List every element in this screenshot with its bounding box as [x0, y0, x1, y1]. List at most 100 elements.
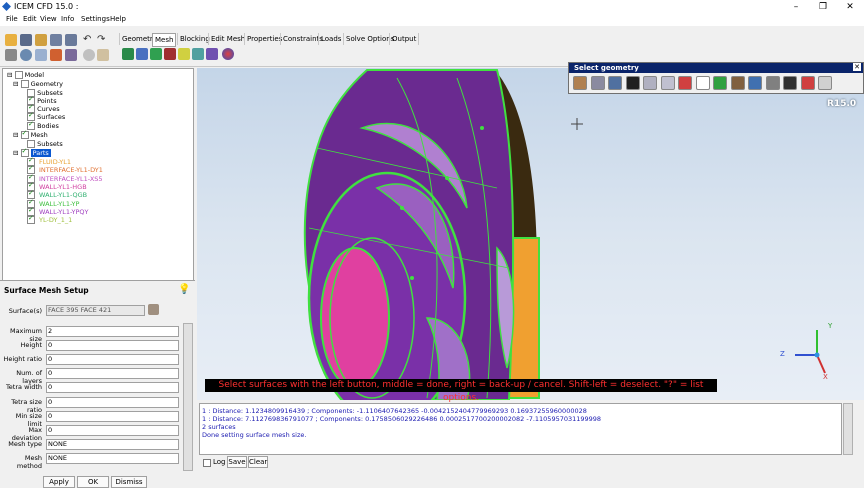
refresh-icon[interactable]: [83, 49, 95, 61]
panel-scrollbar[interactable]: [183, 323, 193, 471]
maximize-icon[interactable]: ❐: [813, 1, 833, 13]
connectors-icon[interactable]: [192, 48, 204, 60]
tab-blocking[interactable]: Blocking: [177, 33, 212, 45]
menu-edit[interactable]: Edit: [23, 15, 37, 23]
checkbox[interactable]: [20, 129, 29, 139]
select-tool-icon[interactable]: [748, 76, 762, 90]
field-input[interactable]: 0: [46, 340, 179, 352]
tree-item-part[interactable]: INTERFACE-YL1-DY1: [27, 164, 103, 175]
create-mesh-density-icon[interactable]: [178, 48, 190, 60]
field-input[interactable]: 0: [46, 368, 179, 380]
tree-item-part[interactable]: YL-DY_1_1: [27, 214, 72, 225]
open-project-icon[interactable]: [5, 34, 17, 46]
surfaces-label: Surface(s): [8, 307, 42, 315]
select-tool-icon[interactable]: [660, 76, 675, 90]
field-label: Mesh type: [8, 439, 42, 448]
tree-item-part[interactable]: INTERFACE-YL1-XS5: [27, 173, 103, 183]
open-geometry-icon[interactable]: [35, 34, 47, 46]
box-zoom-icon[interactable]: [35, 49, 47, 61]
tab-output[interactable]: Output: [389, 33, 420, 45]
field-input[interactable]: 0: [46, 382, 179, 394]
select-tool-icon[interactable]: [783, 76, 797, 90]
apply-button[interactable]: Apply: [43, 476, 75, 488]
console-scrollbar[interactable]: [843, 403, 853, 455]
field-input[interactable]: 0: [46, 354, 179, 366]
fit-window-icon[interactable]: [5, 49, 17, 61]
clear-icon[interactable]: [97, 49, 109, 61]
tree-item-mesh-subsets[interactable]: Subsets: [27, 140, 63, 148]
select-tool-icon[interactable]: [713, 76, 727, 90]
menu-info[interactable]: Info: [61, 15, 74, 23]
measure-icon[interactable]: [50, 49, 62, 61]
tab-mesh[interactable]: Mesh: [152, 33, 177, 47]
save-geometry-icon[interactable]: [65, 34, 77, 46]
tab-properties[interactable]: Properties: [244, 33, 284, 45]
select-tool-icon[interactable]: [730, 76, 745, 90]
dismiss-button[interactable]: Dismiss: [111, 476, 147, 488]
part-mesh-setup-icon[interactable]: [136, 48, 148, 60]
select-tool-icon[interactable]: [800, 76, 815, 90]
impeller-model[interactable]: [197, 68, 864, 400]
select-tool-icon[interactable]: [818, 76, 832, 90]
display-mode-icon[interactable]: [65, 49, 77, 61]
axis-triad: [795, 330, 826, 374]
menu-view[interactable]: View: [40, 15, 57, 23]
undo-icon[interactable]: ↶: [83, 34, 95, 46]
select-tool-icon[interactable]: [590, 76, 605, 90]
checkbox[interactable]: [27, 214, 35, 225]
select-surfaces-icon[interactable]: [148, 304, 159, 315]
open-mesh-icon[interactable]: [50, 34, 62, 46]
tab-edit-mesh[interactable]: Edit Mesh: [208, 33, 247, 45]
tree-item-part[interactable]: WALL-YL1-HGB: [27, 181, 87, 191]
select-tool-icon[interactable]: [625, 76, 640, 90]
surface-mesh-setup-icon[interactable]: [150, 48, 162, 60]
ok-button[interactable]: OK: [77, 476, 109, 488]
menu-file[interactable]: File: [6, 15, 18, 23]
global-mesh-setup-icon[interactable]: [122, 48, 134, 60]
select-tool-icon[interactable]: [695, 76, 710, 90]
field-input[interactable]: NONE: [46, 438, 179, 450]
tree-item-model[interactable]: ⊟ Model: [7, 71, 44, 79]
save-project-icon[interactable]: [20, 34, 32, 46]
console-line: Done setting surface mesh size.: [202, 431, 307, 439]
checkbox[interactable]: [27, 120, 35, 130]
close-icon[interactable]: ✕: [853, 63, 861, 71]
help-icon[interactable]: 💡: [178, 284, 190, 295]
field-input[interactable]: 0: [46, 424, 179, 436]
field-input[interactable]: 0: [46, 410, 179, 422]
redo-icon[interactable]: ↷: [97, 34, 109, 46]
menu-settings[interactable]: Settings: [81, 15, 110, 23]
panel-title: Surface Mesh Setup: [4, 286, 89, 295]
graphics-viewport[interactable]: R15.0 Y Z X: [197, 68, 864, 400]
save-button[interactable]: Save: [227, 456, 247, 468]
tree-item-part[interactable]: WALL-YL1-QGB: [27, 189, 87, 200]
tree-item-mesh[interactable]: ⊟ Mesh: [13, 129, 48, 139]
tree-item-part[interactable]: WALL-YL1-YP: [27, 198, 79, 208]
console-line: 2 surfaces: [202, 423, 236, 431]
log-checkbox[interactable]: [203, 459, 211, 467]
tab-loads[interactable]: Loads: [318, 33, 343, 45]
tree-item-bodies[interactable]: Bodies: [27, 120, 59, 130]
select-tool-icon[interactable]: [765, 76, 780, 90]
select-tool-icon[interactable]: [643, 76, 657, 90]
select-tool-icon[interactable]: [678, 76, 692, 90]
select-tool-icon[interactable]: [573, 76, 587, 90]
field-input[interactable]: 0: [46, 396, 179, 408]
menu-help[interactable]: Help: [110, 15, 126, 23]
checkbox[interactable]: [14, 71, 23, 79]
select-tool-icon[interactable]: [608, 76, 622, 90]
tree-item-geometry[interactable]: ⊟ Geometry: [13, 80, 63, 88]
field-input[interactable]: NONE: [46, 452, 179, 464]
minimize-icon[interactable]: –: [786, 1, 806, 13]
field-input[interactable]: 2: [46, 326, 179, 337]
zoom-icon[interactable]: [20, 49, 32, 61]
checkbox[interactable]: [20, 80, 29, 88]
clear-button[interactable]: Clear: [248, 456, 268, 468]
tree-item-part[interactable]: WALL-YL1-YPQY: [27, 206, 89, 216]
surfaces-field[interactable]: FACE 395 FACE 421: [46, 305, 145, 316]
checkbox[interactable]: [27, 140, 35, 148]
compute-mesh-icon[interactable]: [222, 48, 234, 60]
curve-mesh-setup-icon[interactable]: [164, 48, 176, 60]
close-icon[interactable]: ✕: [840, 1, 860, 13]
mesh-curve-icon[interactable]: [206, 48, 218, 60]
